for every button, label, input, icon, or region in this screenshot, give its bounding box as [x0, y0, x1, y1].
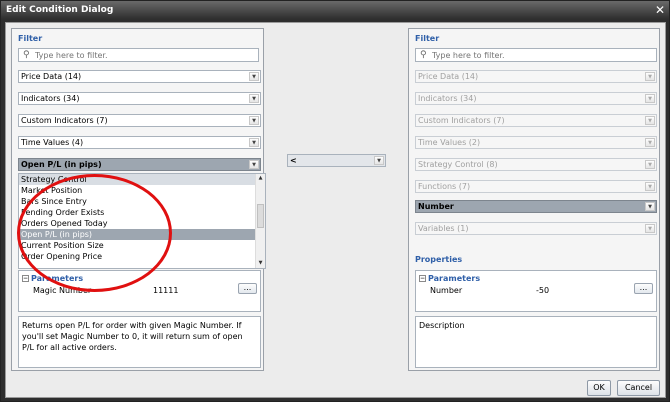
left-combo-selected[interactable]: Open P/L (in pips) ▼ — [18, 158, 261, 171]
right-combo-functions[interactable]: Functions (7) ▼ — [415, 180, 657, 193]
right-combo-price-data[interactable]: Price Data (14) ▼ — [415, 70, 657, 83]
right-combo-selected[interactable]: Number ▼ — [415, 200, 657, 213]
browse-button[interactable]: ... — [634, 283, 653, 294]
scroll-up-icon[interactable]: ▲ — [256, 174, 265, 183]
chevron-down-icon[interactable]: ▼ — [645, 160, 655, 169]
chevron-down-icon[interactable]: ▼ — [249, 138, 259, 147]
left-combo-time-values[interactable]: Time Values (4) ▼ — [18, 136, 261, 149]
cancel-button[interactable]: Cancel — [617, 380, 660, 396]
browse-button[interactable]: ... — [238, 283, 257, 294]
right-combo-time-values[interactable]: Time Values (2) ▼ — [415, 136, 657, 149]
search-icon: ⚲ — [420, 50, 427, 60]
chevron-down-icon[interactable]: ▼ — [249, 72, 259, 81]
minus-box-icon[interactable]: − — [419, 275, 426, 282]
chevron-down-icon[interactable]: ▼ — [249, 160, 259, 169]
dialog-window: Edit Condition Dialog ✕ Filter ⚲ Price D… — [0, 0, 670, 402]
right-description: Description — [415, 316, 657, 368]
left-filter-label: Filter — [18, 34, 43, 43]
left-combo-price-data[interactable]: Price Data (14) ▼ — [18, 70, 261, 83]
title-bar[interactable]: Edit Condition Dialog ✕ — [1, 1, 670, 21]
param-value[interactable]: -50 — [536, 286, 549, 295]
right-combo-custom-indicators[interactable]: Custom Indicators (7) ▼ — [415, 114, 657, 127]
left-description: Returns open P/L for order with given Ma… — [18, 316, 261, 368]
left-filter-input-box[interactable]: ⚲ — [18, 48, 259, 62]
minus-box-icon[interactable]: − — [22, 275, 29, 282]
operator-combo[interactable]: < ▼ — [287, 154, 386, 167]
right-combo-variables[interactable]: Variables (1) ▼ — [415, 222, 657, 235]
right-filter-input[interactable] — [432, 50, 652, 60]
right-combo-strategy-control[interactable]: Strategy Control (8) ▼ — [415, 158, 657, 171]
chevron-down-icon[interactable]: ▼ — [645, 116, 655, 125]
scroll-down-icon[interactable]: ▼ — [256, 259, 265, 268]
annotation-circle — [17, 174, 172, 292]
properties-label: Properties — [415, 255, 463, 264]
left-combo-indicators[interactable]: Indicators (34) ▼ — [18, 92, 261, 105]
list-scrollbar[interactable]: ▲ ▼ — [255, 174, 265, 268]
chevron-down-icon[interactable]: ▼ — [645, 138, 655, 147]
chevron-down-icon[interactable]: ▼ — [645, 182, 655, 191]
close-icon[interactable]: ✕ — [655, 3, 665, 17]
chevron-down-icon[interactable]: ▼ — [374, 156, 384, 165]
param-name: Number — [430, 286, 463, 295]
window-title: Edit Condition Dialog — [6, 5, 114, 15]
dialog-client: Filter ⚲ Price Data (14)▼ Indicators (34… — [5, 22, 666, 398]
chevron-down-icon[interactable]: ▼ — [645, 202, 655, 211]
left-combo-custom-indicators[interactable]: Custom Indicators (7) ▼ — [18, 114, 261, 127]
chevron-down-icon[interactable]: ▼ — [645, 94, 655, 103]
ok-button[interactable]: OK — [587, 380, 611, 396]
chevron-down-icon[interactable]: ▼ — [249, 94, 259, 103]
left-filter-input[interactable] — [35, 50, 254, 60]
right-parameters-grid: − Parameters Number -50 ... — [415, 270, 657, 312]
chevron-down-icon[interactable]: ▼ — [645, 224, 655, 233]
right-parameters-category[interactable]: − Parameters — [419, 274, 480, 283]
scroll-thumb[interactable] — [257, 204, 264, 228]
right-filter-input-box[interactable]: ⚲ — [415, 48, 657, 62]
right-filter-label: Filter — [415, 34, 440, 43]
chevron-down-icon[interactable]: ▼ — [249, 116, 259, 125]
search-icon: ⚲ — [23, 50, 30, 60]
right-combo-indicators[interactable]: Indicators (34) ▼ — [415, 92, 657, 105]
chevron-down-icon[interactable]: ▼ — [645, 72, 655, 81]
param-value[interactable]: 11111 — [153, 286, 178, 295]
